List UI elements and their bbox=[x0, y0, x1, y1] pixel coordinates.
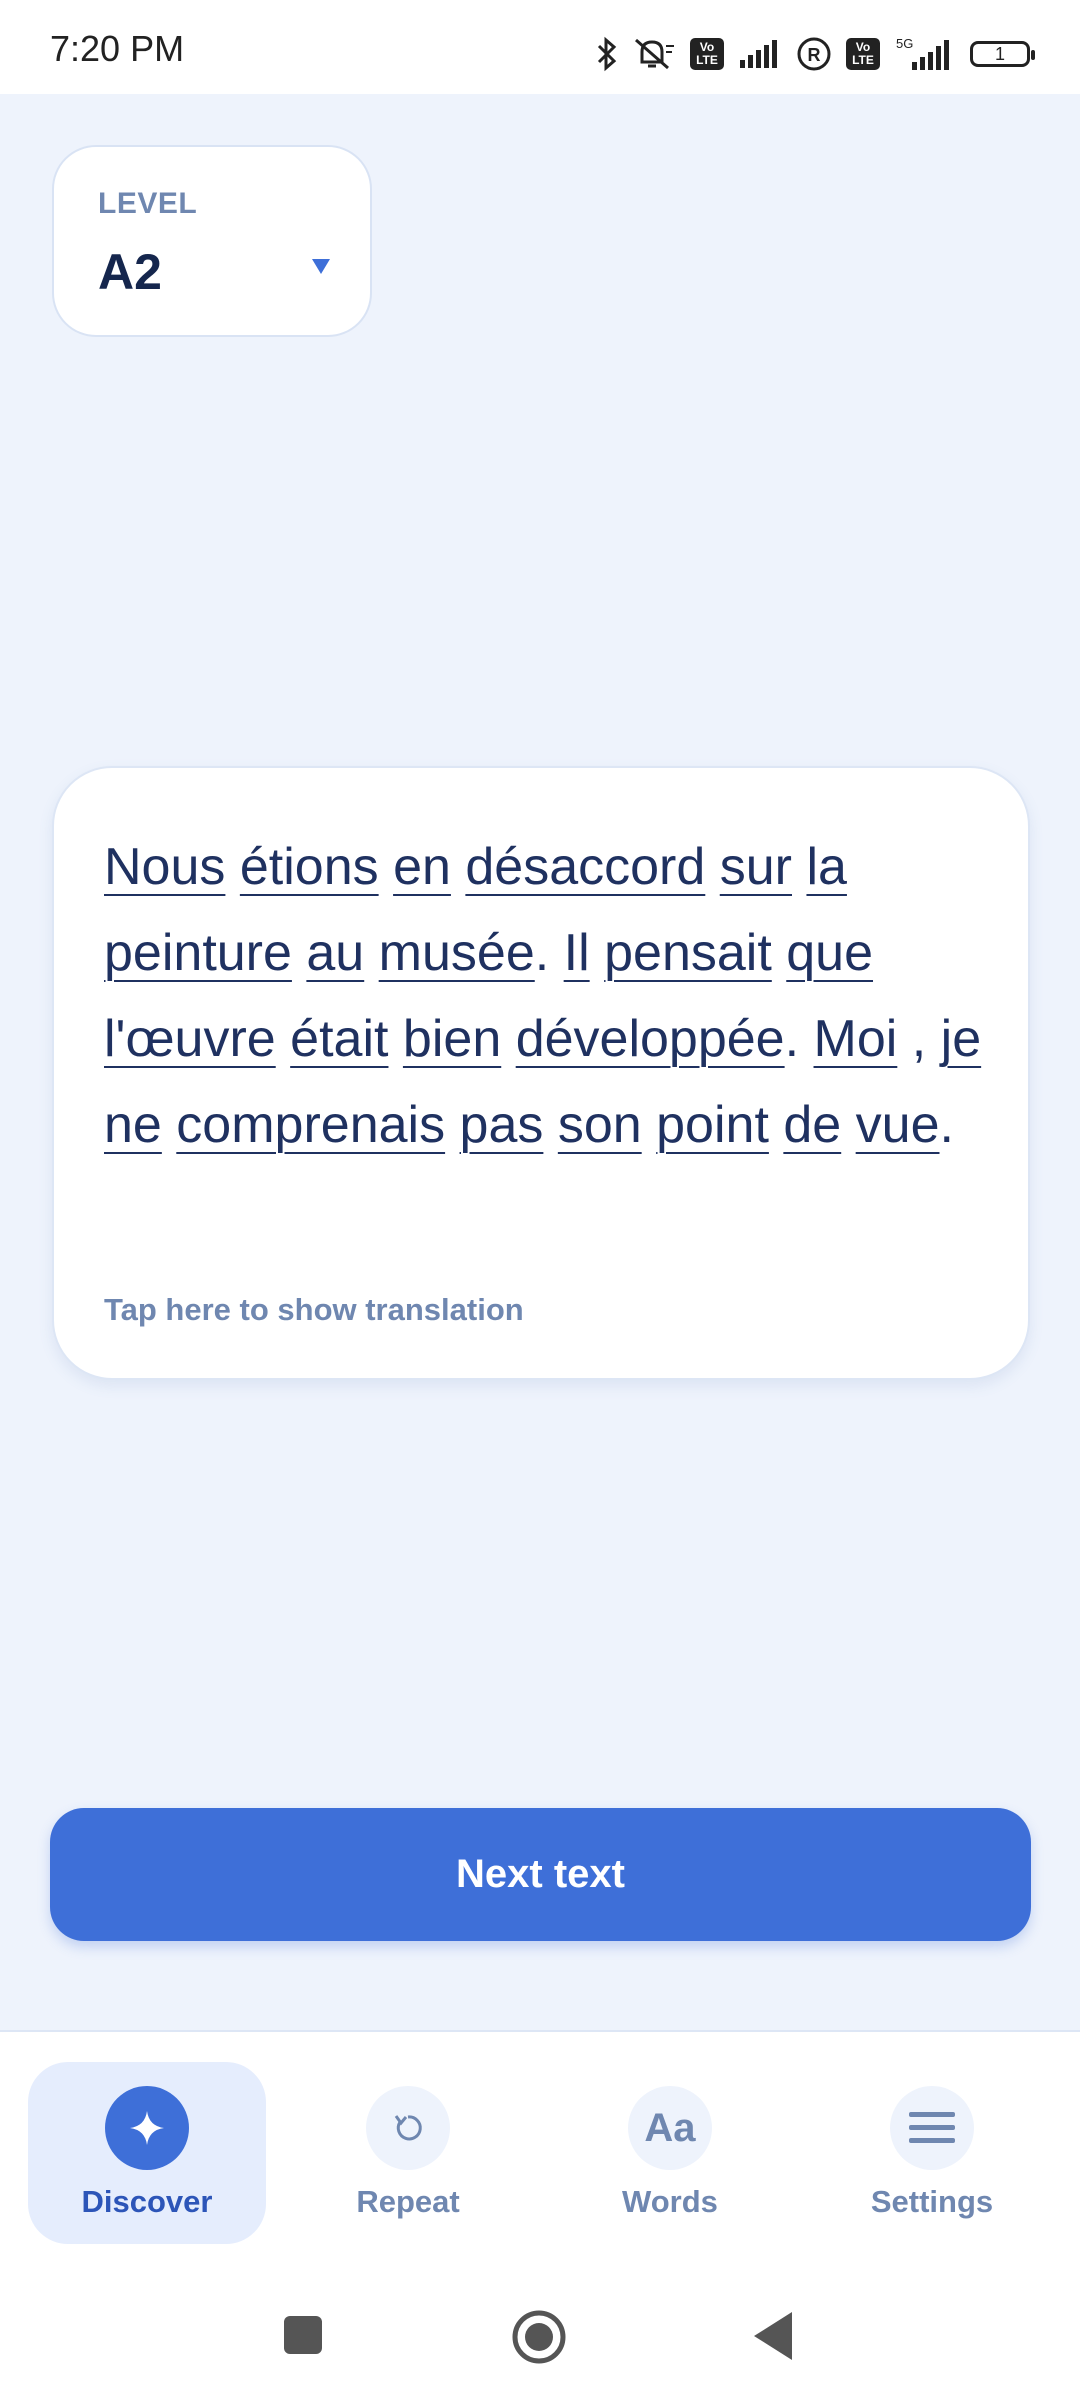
back-icon[interactable] bbox=[752, 2310, 794, 2362]
level-selector[interactable]: LEVEL A2 bbox=[52, 145, 372, 337]
sentence-word[interactable]: Il bbox=[564, 924, 590, 982]
bluetooth-icon bbox=[597, 36, 617, 72]
nav-label-discover: Discover bbox=[81, 2184, 213, 2219]
sentence-separator bbox=[543, 1096, 557, 1154]
sentence-separator bbox=[501, 1010, 515, 1068]
level-label: LEVEL bbox=[98, 187, 198, 220]
nav-label-words: Words bbox=[622, 2184, 718, 2219]
status-time: 7:20 PM bbox=[50, 28, 185, 69]
sentence-separator bbox=[841, 1096, 855, 1154]
show-translation-button[interactable]: Tap here to show translation bbox=[104, 1292, 524, 1328]
network-label: 5G bbox=[896, 36, 913, 51]
sentence-separator bbox=[445, 1096, 459, 1154]
sentence-separator bbox=[364, 924, 378, 982]
signal-5g-icon: 5G bbox=[896, 36, 949, 70]
sentence-separator: , bbox=[897, 1010, 941, 1068]
sentence-separator: . bbox=[939, 1096, 954, 1154]
sentence-word[interactable]: comprenais bbox=[176, 1096, 445, 1154]
sentence-word[interactable]: sur bbox=[720, 838, 792, 896]
sentence-word[interactable]: de bbox=[783, 1096, 841, 1154]
nav-label-settings: Settings bbox=[870, 2184, 994, 2219]
sentence-word[interactable]: Nous bbox=[104, 838, 225, 896]
status-icons: Vo LTE R Vo LTE 5G 1 bbox=[596, 28, 1035, 80]
home-icon[interactable] bbox=[510, 2308, 568, 2366]
words-icon: Aa bbox=[628, 2086, 712, 2170]
french-sentence: Nous étions en désaccord sur la peinture… bbox=[104, 824, 994, 1168]
sparkle-icon bbox=[105, 2086, 189, 2170]
next-text-button[interactable]: Next text bbox=[50, 1808, 1031, 1941]
sentence-word[interactable]: bien bbox=[403, 1010, 501, 1068]
sentence-separator bbox=[276, 1010, 290, 1068]
sentence-separator: . bbox=[784, 1010, 814, 1068]
nav-item-settings[interactable]: Settings bbox=[813, 2062, 1051, 2244]
sentence-separator bbox=[162, 1096, 176, 1154]
svg-text:R: R bbox=[808, 45, 821, 65]
sentence-word[interactable]: étions bbox=[240, 838, 379, 896]
nav-item-repeat[interactable]: Repeat bbox=[289, 2062, 527, 2244]
level-value: A2 bbox=[98, 244, 162, 300]
sentence-word[interactable]: je bbox=[941, 1010, 981, 1068]
sentence-separator bbox=[225, 838, 239, 896]
sentence-word[interactable]: point bbox=[656, 1096, 769, 1154]
sentence-word[interactable]: musée bbox=[379, 924, 535, 982]
sentence-separator bbox=[388, 1010, 402, 1068]
sentence-word[interactable]: au bbox=[306, 924, 364, 982]
sentence-word[interactable]: vue bbox=[856, 1096, 940, 1154]
recents-icon[interactable] bbox=[282, 2314, 324, 2356]
repeat-icon bbox=[366, 2086, 450, 2170]
sentence-word[interactable]: était bbox=[290, 1010, 388, 1068]
sentence-separator bbox=[792, 838, 806, 896]
sentence-word[interactable]: pensait bbox=[604, 924, 772, 982]
signal-icon bbox=[740, 40, 777, 68]
sentence-separator bbox=[772, 924, 786, 982]
dropdown-caret-icon bbox=[312, 259, 330, 274]
sentence-word[interactable]: en bbox=[393, 838, 451, 896]
sentence-separator: . bbox=[534, 924, 564, 982]
nav-label-repeat: Repeat bbox=[356, 2184, 460, 2219]
sentence-separator bbox=[705, 838, 719, 896]
sentence-word[interactable]: ne bbox=[104, 1096, 162, 1154]
sentence-word[interactable]: la bbox=[806, 838, 846, 896]
sentence-separator bbox=[769, 1096, 783, 1154]
sentence-word[interactable]: Moi bbox=[814, 1010, 898, 1068]
sentence-word[interactable]: que bbox=[786, 924, 873, 982]
sentence-separator bbox=[379, 838, 393, 896]
sentence-word[interactable]: son bbox=[558, 1096, 642, 1154]
sentence-separator bbox=[590, 924, 604, 982]
volte-icon-2: Vo LTE bbox=[846, 38, 880, 70]
sentence-separator bbox=[642, 1096, 656, 1154]
battery-icon: 1 bbox=[970, 41, 1035, 67]
sentence-word[interactable]: pas bbox=[460, 1096, 544, 1154]
sentence-word[interactable]: développée bbox=[516, 1010, 785, 1068]
mute-alarm-icon bbox=[635, 38, 674, 70]
sentence-word[interactable]: l'œuvre bbox=[104, 1010, 276, 1068]
sentence-separator bbox=[292, 924, 306, 982]
sentence-separator bbox=[451, 838, 465, 896]
volte-icon: Vo LTE bbox=[690, 38, 724, 70]
menu-icon bbox=[890, 2086, 974, 2170]
status-bar: 7:20 PM Vo LTE R Vo LTE 5G 1 bbox=[0, 0, 1080, 94]
system-nav-bar bbox=[0, 2290, 1080, 2380]
nav-item-discover[interactable]: Discover bbox=[28, 2062, 266, 2244]
roaming-icon: R bbox=[797, 37, 831, 71]
nav-item-words[interactable]: Aa Words bbox=[551, 2062, 789, 2244]
words-icon-text: Aa bbox=[644, 2105, 696, 2150]
sentence-word[interactable]: désaccord bbox=[465, 838, 705, 896]
text-card: Nous étions en désaccord sur la peinture… bbox=[52, 766, 1030, 1380]
sentence-word[interactable]: peinture bbox=[104, 924, 292, 982]
